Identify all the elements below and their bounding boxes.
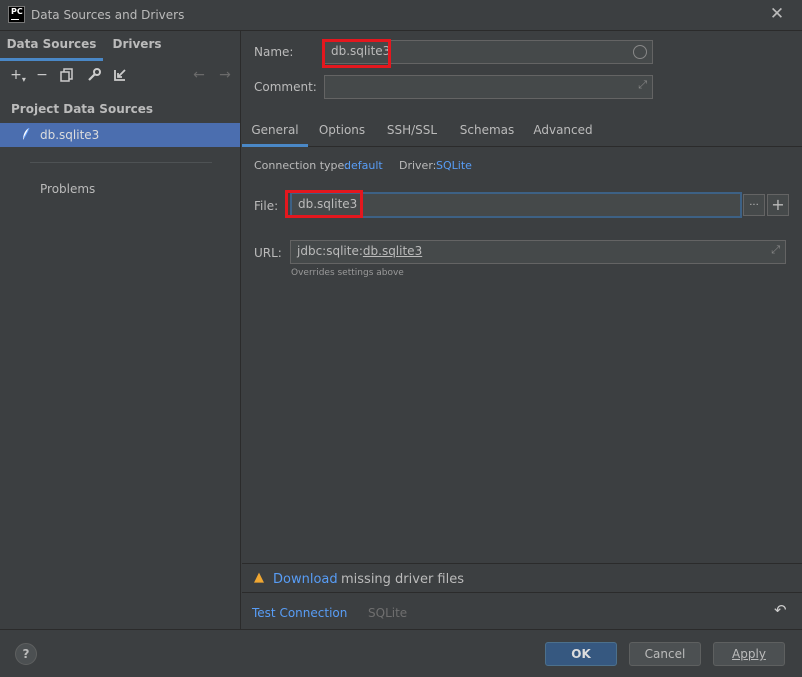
window-title: Data Sources and Drivers [31,8,185,22]
left-tabs: Data Sources Drivers [0,31,241,61]
divider [30,162,212,163]
test-driver-label: SQLite [368,606,408,620]
help-button[interactable]: ? [15,643,37,665]
url-expand-icon[interactable]: ⤢ [771,243,780,257]
back-arrow-icon[interactable]: ← [189,65,209,85]
sqlite-feather-icon [23,127,30,140]
comment-label: Comment: [254,80,317,94]
problems-item[interactable]: Problems [40,182,95,196]
import-icon[interactable] [110,65,130,85]
data-source-item[interactable]: db.sqlite3 [0,123,240,147]
close-icon[interactable]: ✕ [768,5,786,23]
name-label: Name: [254,45,294,59]
title-bar: PC Data Sources and Drivers ✕ [0,0,802,31]
file-label: File: [254,199,279,213]
wrench-icon[interactable] [84,65,104,85]
tab-ssh-ssl[interactable]: SSH/SSL [382,119,442,147]
url-file: db.sqlite3 [362,244,423,258]
data-source-label: db.sqlite3 [40,128,100,142]
settings-tabs: General Options SSH/SSL Schemas Advanced [242,119,802,147]
add-file-button[interactable]: + [767,194,789,216]
remove-icon[interactable]: − [32,65,52,85]
missing-driver-text: missing driver files [341,572,465,587]
duplicate-icon[interactable] [57,65,77,85]
connection-type-label: Connection type: [254,159,349,172]
tab-options[interactable]: Options [312,119,372,147]
url-prefix: jdbc:sqlite: [297,244,363,258]
file-highlight-box [285,190,363,218]
comment-input[interactable]: ⤢ [324,75,653,99]
tab-drivers[interactable]: Drivers [103,31,171,61]
left-panel: Data Sources Drivers +▾ − ← → Project Da… [0,31,241,629]
forward-arrow-icon[interactable]: → [215,65,235,85]
apply-button[interactable]: Apply [713,642,785,666]
pycharm-app-icon: PC [8,6,25,23]
driver-label: Driver: [399,159,437,172]
cancel-button[interactable]: Cancel [629,642,701,666]
tab-schemas[interactable]: Schemas [456,119,518,147]
driver-link[interactable]: SQLite [436,159,472,172]
test-connection-link[interactable]: Test Connection [252,606,347,620]
data-source-toolbar: +▾ − ← → [0,63,241,89]
tab-data-sources[interactable]: Data Sources [0,31,103,61]
tab-advanced[interactable]: Advanced [532,119,594,147]
browse-button[interactable]: ... [743,194,765,216]
url-input[interactable]: jdbc:sqlite:db.sqlite3 ⤢ [290,240,786,264]
color-circle-icon[interactable] [633,45,647,59]
ok-button[interactable]: OK [545,642,617,666]
revert-icon[interactable]: ↶ [774,601,787,619]
add-icon[interactable]: +▾ [8,65,28,85]
missing-driver-bar: ▲ Download missing driver files [242,563,802,593]
url-note: Overrides settings above [291,268,404,278]
url-label: URL: [254,246,282,260]
warning-icon: ▲ [254,570,264,585]
dialog-buttons-bar: ? OK Cancel Apply [0,629,802,677]
name-highlight-box [322,39,391,68]
expand-icon[interactable]: ⤢ [638,78,647,92]
connection-type-link[interactable]: default [344,159,383,172]
download-link[interactable]: Download [273,572,338,587]
right-panel: Name: db.sqlite3 Comment: ⤢ General Opti… [242,31,802,629]
project-data-sources-heading: Project Data Sources [11,102,154,116]
tab-general[interactable]: General [242,119,308,147]
